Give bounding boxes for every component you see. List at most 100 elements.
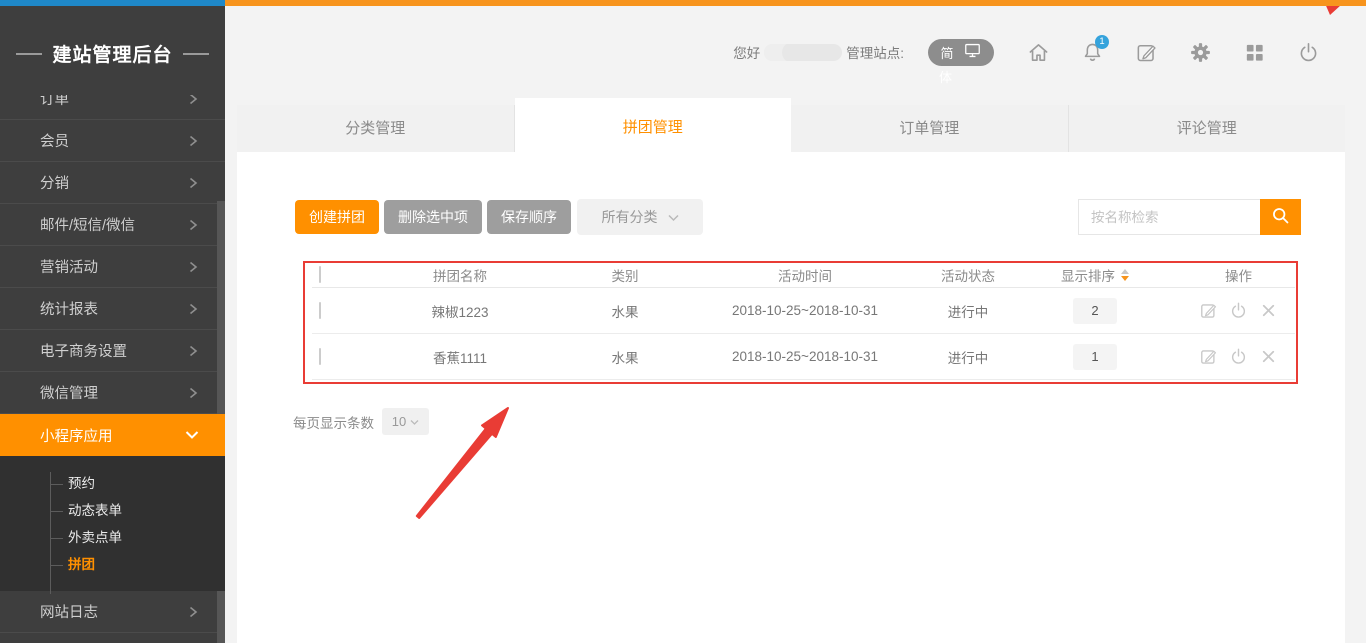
groupbuy-table: 拼团名称 类别 活动时间 活动状态 显示排序 操作 辣椒1223 水果 2018… [312, 262, 1295, 380]
col-actions: 操作 [1182, 265, 1295, 285]
delete-x-icon[interactable] [1259, 301, 1278, 320]
col-time: 活动时间 [682, 265, 928, 285]
sidebar: 建站管理后台 订单 会员 分销 邮件/短信/微信 营销活动 统计报表 电子商务设 [0, 6, 225, 643]
col-status: 活动状态 [928, 265, 1008, 285]
power-icon[interactable] [1297, 41, 1320, 64]
topbar-orange [225, 0, 1366, 6]
sort-toggle[interactable] [1121, 269, 1129, 281]
header-icons: 1 [1027, 41, 1320, 64]
chevron-right-icon [187, 387, 199, 399]
create-groupbuy-button[interactable]: 创建拼团 [295, 200, 379, 234]
search-button[interactable] [1260, 199, 1301, 235]
chevron-right-icon [187, 303, 199, 315]
per-page-control: 每页显示条数 10 [293, 408, 429, 435]
sidebar-item-members[interactable]: 会员 [0, 120, 225, 162]
search-area [1078, 199, 1301, 235]
sidebar-item-ecommerce-settings[interactable]: 电子商务设置 [0, 330, 225, 372]
home-icon[interactable] [1027, 41, 1050, 64]
sort-asc-icon [1121, 269, 1129, 274]
chevron-down-icon [668, 209, 679, 225]
tab-category-management[interactable]: 分类管理 [237, 105, 515, 152]
sidebar-item-distribution[interactable]: 分销 [0, 162, 225, 204]
chevron-down-icon [185, 429, 199, 441]
notification-badge: 1 [1095, 35, 1109, 49]
per-page-value: 10 [392, 414, 406, 429]
tab-groupbuy-management[interactable]: 拼团管理 [515, 98, 792, 157]
sidebar-item-reports[interactable]: 统计报表 [0, 288, 225, 330]
col-category: 类别 [568, 265, 682, 285]
submenu-item-takeout-order[interactable]: 外卖点单 [0, 524, 225, 551]
tab-comment-management[interactable]: 评论管理 [1069, 105, 1346, 152]
sidebar-item-orders[interactable]: 订单 [0, 95, 225, 120]
bell-icon[interactable]: 1 [1081, 41, 1104, 64]
category-filter-select[interactable]: 所有分类 [577, 199, 703, 235]
sort-desc-icon [1121, 276, 1129, 281]
edit-icon[interactable] [1135, 41, 1158, 64]
row-checkbox[interactable] [319, 348, 321, 365]
cell-name: 香蕉1111 [352, 347, 568, 367]
app-title: 建站管理后台 [0, 40, 225, 67]
table-row: 辣椒1223 水果 2018-10-25~2018-10-31 进行中 2 [312, 288, 1295, 334]
app-title-text: 建站管理后台 [52, 40, 172, 67]
sort-order-input[interactable]: 2 [1073, 298, 1117, 324]
apps-grid-icon[interactable] [1243, 41, 1266, 64]
submenu-item-group-buy[interactable]: 拼团 [0, 551, 225, 578]
language-pill[interactable]: 简 [928, 39, 994, 66]
chevron-right-icon [187, 177, 199, 189]
language-char: 简 [940, 43, 953, 62]
chevron-right-icon [187, 261, 199, 273]
site-label: 管理站点: [846, 42, 904, 62]
chevron-right-icon [187, 135, 199, 147]
cell-category: 水果 [568, 301, 682, 321]
table-header-row: 拼团名称 类别 活动时间 活动状态 显示排序 操作 [312, 262, 1295, 288]
cell-status: 进行中 [928, 301, 1008, 321]
row-checkbox[interactable] [319, 302, 321, 319]
sidebar-item-mail-sms-wechat[interactable]: 邮件/短信/微信 [0, 204, 225, 246]
col-name: 拼团名称 [352, 265, 568, 285]
cell-time: 2018-10-25~2018-10-31 [682, 303, 928, 318]
delete-selected-button[interactable]: 删除选中项 [384, 200, 482, 234]
sidebar-item-marketing[interactable]: 营销活动 [0, 246, 225, 288]
submenu-item-booking[interactable]: 预约 [0, 470, 225, 497]
edit-icon[interactable] [1199, 301, 1218, 320]
sidebar-submenu: 预约 动态表单 外卖点单 拼团 [0, 456, 225, 591]
sidebar-item-miniprogram-apps[interactable]: 小程序应用 [0, 414, 225, 456]
per-page-select[interactable]: 10 [382, 408, 429, 435]
title-dash-left [16, 53, 42, 55]
cell-category: 水果 [568, 347, 682, 367]
select-all-checkbox[interactable] [319, 266, 321, 283]
table-row: 香蕉1111 水果 2018-10-25~2018-10-31 进行中 1 [312, 334, 1295, 380]
topbar-blue [0, 0, 225, 6]
delete-x-icon[interactable] [1259, 347, 1278, 366]
chevron-down-icon [410, 414, 419, 429]
language-char-below: 体 [939, 67, 952, 86]
gear-icon[interactable] [1189, 41, 1212, 64]
language-switcher: 简 体 [928, 39, 994, 66]
power-toggle-icon[interactable] [1229, 347, 1248, 366]
cell-status: 进行中 [928, 347, 1008, 367]
edit-icon[interactable] [1199, 347, 1218, 366]
search-input[interactable] [1078, 199, 1260, 235]
power-toggle-icon[interactable] [1229, 301, 1248, 320]
sidebar-item-wechat-management[interactable]: 微信管理 [0, 372, 225, 414]
per-page-label: 每页显示条数 [293, 412, 374, 432]
chevron-right-icon [187, 606, 199, 618]
save-order-button[interactable]: 保存顺序 [487, 200, 571, 234]
redacted-username [764, 44, 842, 61]
col-sort: 显示排序 [1061, 265, 1115, 285]
greeting-text: 您好 [733, 42, 760, 62]
sidebar-item-site-logs[interactable]: 网站日志 [0, 591, 225, 633]
search-icon [1270, 205, 1291, 229]
cell-name: 辣椒1223 [352, 301, 568, 321]
chevron-right-icon [187, 95, 199, 105]
sort-order-input[interactable]: 1 [1073, 344, 1117, 370]
tab-order-management[interactable]: 订单管理 [791, 105, 1069, 152]
monitor-icon [963, 41, 982, 63]
category-filter-value: 所有分类 [602, 207, 658, 227]
tab-bar: 分类管理 拼团管理 订单管理 评论管理 [237, 105, 1345, 152]
title-dash-right [183, 53, 209, 55]
cell-time: 2018-10-25~2018-10-31 [682, 349, 928, 364]
submenu-item-dynamic-forms[interactable]: 动态表单 [0, 497, 225, 524]
main-card: 分类管理 拼团管理 订单管理 评论管理 创建拼团 删除选中项 保存顺序 所有分类… [237, 105, 1345, 643]
chevron-right-icon [187, 219, 199, 231]
